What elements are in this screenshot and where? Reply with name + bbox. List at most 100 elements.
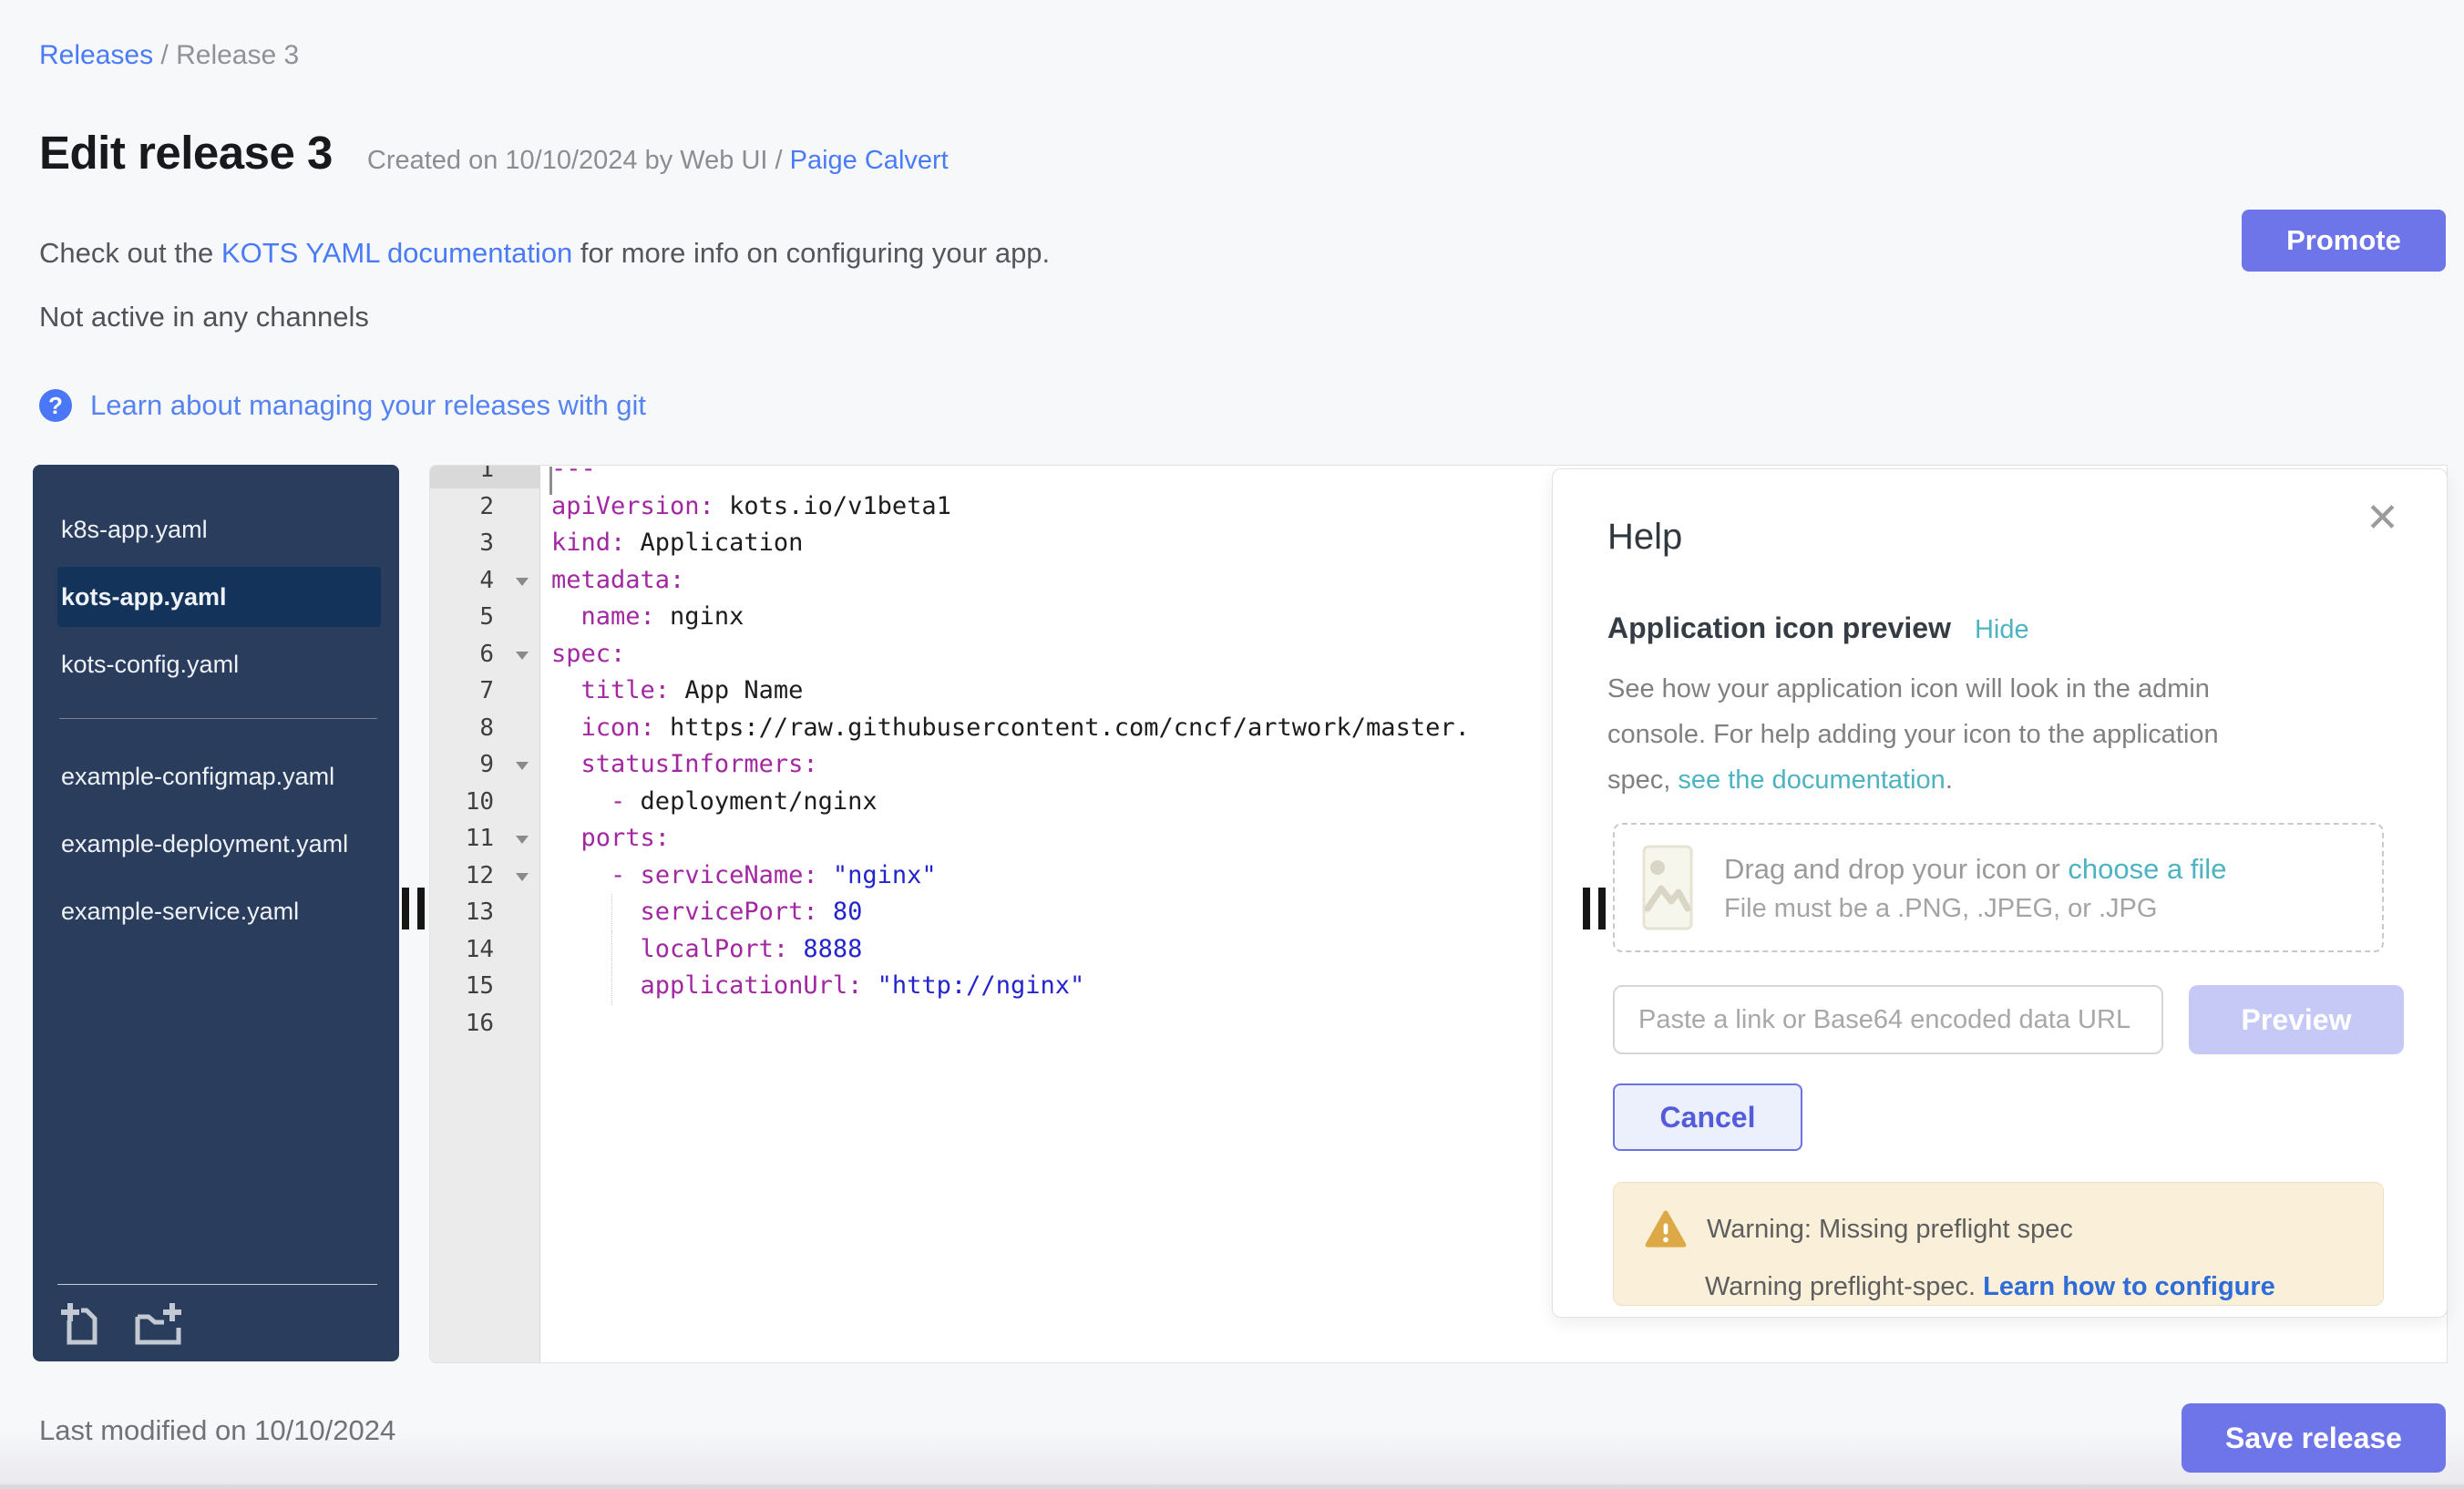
gutter-line-7[interactable]: 7 [430, 673, 539, 710]
sidebar-file-example-service.yaml[interactable]: example-service.yaml [57, 881, 381, 941]
gutter-line-14[interactable]: 14 [430, 931, 539, 969]
icon-preview-section-header: Application icon preview Hide [1607, 611, 2029, 645]
sidebar-file-example-deployment.yaml[interactable]: example-deployment.yaml [57, 814, 381, 874]
icon-dropzone[interactable]: Drag and drop your icon or choose a file… [1613, 823, 2384, 952]
code-token: deployment/nginx [625, 787, 877, 816]
sidebar-file-kots-app.yaml[interactable]: kots-app.yaml [57, 567, 381, 627]
code-token: 8888 [788, 935, 862, 963]
icon-preview-title: Application icon preview [1607, 611, 1951, 645]
add-folder-icon[interactable] [130, 1300, 185, 1350]
breadcrumb-releases-link[interactable]: Releases [39, 40, 153, 70]
gutter-line-2[interactable]: 2 [430, 488, 539, 526]
cancel-button[interactable]: Cancel [1613, 1083, 1802, 1151]
gutter-line-8[interactable]: 8 [430, 710, 539, 747]
sidebar-file-example-configmap.yaml[interactable]: example-configmap.yaml [57, 746, 381, 806]
title-row: Edit release 3 Created on 10/10/2024 by … [39, 126, 949, 180]
created-by-link[interactable]: Paige Calvert [790, 146, 949, 175]
code-token: name: [581, 602, 655, 631]
channel-status: Not active in any channels [39, 301, 369, 334]
code-token [551, 750, 581, 778]
code-token: localPort: [641, 935, 789, 963]
fold-arrow-icon[interactable] [516, 762, 529, 770]
code-token: servicePort: [641, 898, 818, 926]
code-token: title: [581, 676, 671, 704]
preview-button[interactable]: Preview [2189, 985, 2404, 1054]
add-file-icon[interactable] [57, 1300, 107, 1350]
git-help-link[interactable]: Learn about managing your releases with … [90, 389, 646, 422]
code-token [551, 898, 641, 926]
code-token [551, 861, 611, 889]
sidebar-file-k8s-app.yaml[interactable]: k8s-app.yaml [57, 499, 381, 560]
code-token: App Name [670, 676, 803, 704]
docs-prefix: Check out the [39, 237, 221, 269]
code-token: - [611, 861, 625, 889]
code-token [551, 787, 611, 816]
sidebar-file-kots-config.yaml[interactable]: kots-config.yaml [57, 634, 381, 694]
editor-gutter: 12345678910111213141516 [430, 465, 540, 1362]
created-info: Created on 10/10/2024 by Web UI / Paige … [367, 146, 949, 176]
gutter-line-5[interactable]: 5 [430, 599, 539, 636]
gutter-line-1[interactable]: 1 [430, 465, 539, 488]
code-token: apiVersion: [551, 492, 714, 520]
choose-file-link[interactable]: choose a file [2068, 853, 2226, 885]
code-token: "nginx" [818, 861, 937, 889]
code-token [551, 935, 641, 963]
gutter-line-9[interactable]: 9 [430, 746, 539, 784]
help-panel-resize-handle[interactable] [1583, 888, 1606, 929]
gutter-line-15[interactable]: 15 [430, 968, 539, 1005]
code-token: Application [625, 529, 803, 557]
gutter-line-10[interactable]: 10 [430, 784, 539, 821]
docs-info-line: Check out the KOTS YAML documentation fo… [39, 237, 1050, 270]
sidebar-divider [59, 718, 377, 719]
see-documentation-link[interactable]: see the documentation [1678, 765, 1945, 795]
code-token: kots.io/v1beta1 [714, 492, 951, 520]
code-token: applicationUrl: [641, 971, 863, 1000]
dropzone-subtext: File must be a .PNG, .JPEG, or .JPG [1724, 890, 2226, 927]
gutter-line-13[interactable]: 13 [430, 894, 539, 931]
dropzone-text: Drag and drop your icon or choose a file [1724, 848, 2226, 890]
code-token [551, 824, 581, 852]
learn-how-to-configure-link[interactable]: Learn how to configure [1983, 1272, 2275, 1301]
page-title: Edit release 3 [39, 126, 333, 180]
code-token: metadata: [551, 566, 684, 594]
help-panel-title: Help [1607, 517, 1682, 558]
footer-bar: Last modified on 10/10/2024 Save release [0, 1361, 2464, 1489]
code-token [551, 676, 581, 704]
gutter-line-12[interactable]: 12 [430, 857, 539, 895]
gutter-line-6[interactable]: 6 [430, 636, 539, 673]
gutter-line-4[interactable]: 4 [430, 562, 539, 600]
fold-arrow-icon[interactable] [516, 652, 529, 660]
sidebar-footer [57, 1284, 377, 1361]
breadcrumb-separator: / [153, 40, 176, 70]
created-text: Created on 10/10/2024 by Web UI / [367, 146, 790, 175]
preflight-warning-box: Warning: Missing preflight spec Warning … [1613, 1182, 2384, 1306]
dropzone-text-prefix: Drag and drop your icon or [1724, 853, 2068, 885]
code-token: 80 [818, 898, 863, 926]
gutter-line-11[interactable]: 11 [430, 820, 539, 857]
image-placeholder-icon [1642, 845, 1693, 930]
code-token [551, 602, 581, 631]
code-token: kind: [551, 529, 625, 557]
code-token: nginx [655, 602, 744, 631]
sidebar-resize-handle[interactable] [402, 888, 425, 929]
icon-url-row: Preview [1613, 985, 2404, 1054]
close-icon[interactable]: ✕ [2366, 498, 2399, 539]
warning-body: Warning preflight-spec. Learn how to con… [1705, 1272, 2356, 1302]
code-token: https://raw.githubusercontent.com/cncf/a… [655, 714, 1470, 742]
hide-link[interactable]: Hide [1975, 615, 2029, 645]
fold-arrow-icon[interactable] [516, 873, 529, 881]
code-token: --- [551, 465, 596, 483]
last-modified-text: Last modified on 10/10/2024 [39, 1414, 395, 1447]
promote-button[interactable]: Promote [2242, 210, 2446, 272]
save-release-button[interactable]: Save release [2182, 1403, 2446, 1473]
kots-yaml-docs-link[interactable]: KOTS YAML documentation [221, 237, 572, 269]
question-circle-icon: ? [39, 389, 72, 422]
git-help-row: ? Learn about managing your releases wit… [39, 389, 646, 422]
fold-arrow-icon[interactable] [516, 578, 529, 586]
icon-url-input[interactable] [1613, 985, 2163, 1054]
gutter-line-3[interactable]: 3 [430, 525, 539, 562]
fold-arrow-icon[interactable] [516, 836, 529, 844]
gutter-line-16[interactable]: 16 [430, 1005, 539, 1042]
code-token: ports: [581, 824, 671, 852]
code-token: serviceName: [641, 861, 818, 889]
